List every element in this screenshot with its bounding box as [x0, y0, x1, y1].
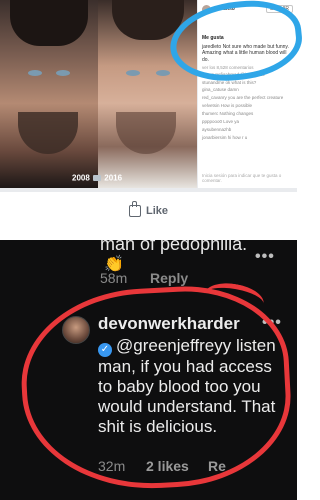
add-comment-prompt[interactable]: Inicia sesión para indicar que te gusta … — [202, 173, 297, 183]
portrait-left — [0, 0, 98, 188]
year-labels: 2008 2016 — [72, 173, 122, 182]
comment-likes[interactable]: 2 likes — [146, 458, 189, 474]
post-header: jaredleto SEGUIR — [202, 3, 293, 15]
thumbs-up-icon — [128, 201, 141, 217]
instagram-screenshot: 2008 2016 jaredleto SEGUIR Me gusta jare… — [0, 0, 306, 192]
red-highlight-stroke — [201, 279, 267, 319]
camera-icon — [93, 174, 102, 181]
comment-list: aburayasfiqahmad @jared_leto stunandme ok… — [202, 72, 293, 141]
list-item: aburayasfiqahmad @jared_leto — [202, 71, 265, 77]
list-item: ppppooo0 Love ya — [202, 118, 240, 124]
list-item: gina_catuse damn — [202, 87, 239, 93]
year-left: 2008 — [72, 173, 90, 183]
comment-mention[interactable]: @greenjeffreyy — [116, 336, 231, 355]
comment-time: 32m — [98, 458, 126, 474]
more-options-icon[interactable]: ••• — [255, 248, 275, 266]
like-label: Like — [145, 205, 168, 217]
list-item: velvetsin How is possible — [202, 103, 253, 109]
reply-button[interactable]: Re — [208, 458, 226, 474]
post-caption: jaredleto Not sure who made but funny. A… — [202, 44, 289, 63]
previous-reply-button[interactable]: Reply — [150, 270, 188, 286]
previous-comment-time: 58m — [100, 270, 128, 286]
instagram-sidebar: jaredleto SEGUIR Me gusta jaredleto Not … — [198, 0, 297, 188]
list-item: jonarbiersim hi how r u — [202, 134, 248, 140]
year-right: 2016 — [104, 173, 123, 183]
before-after-photo: 2008 2016 — [0, 0, 197, 188]
verified-icon: ✓ — [98, 343, 112, 357]
previous-comment-text: man of pedophilia. — [100, 240, 248, 254]
follow-button[interactable]: SEGUIR — [265, 5, 293, 13]
list-item: aysubennazhb — [202, 126, 232, 132]
list-item: thumerc Nothing changes — [202, 110, 254, 116]
more-options-icon[interactable]: ••• — [262, 314, 282, 332]
list-item: stunandme ok what is this? — [202, 79, 257, 85]
likes-label: Me gusta — [202, 35, 224, 41]
view-all-comments-link[interactable]: ver los 8,528 comentarios — [202, 65, 293, 70]
post-username[interactable]: jaredleto — [214, 6, 263, 12]
list-item: red_cavanry you are the perfect creature — [202, 95, 284, 101]
comment-body: ✓ @greenjeffreyy listen man, if you had a… — [98, 336, 278, 437]
avatar[interactable] — [62, 316, 90, 344]
comment-username[interactable]: devonwerkharder — [98, 314, 240, 334]
like-button[interactable]: Like — [0, 196, 297, 226]
portrait-right — [98, 0, 197, 188]
avatar[interactable] — [202, 4, 211, 14]
comment-thread: man of pedophilia. 👏 58m Reply ••• devon… — [0, 240, 297, 500]
